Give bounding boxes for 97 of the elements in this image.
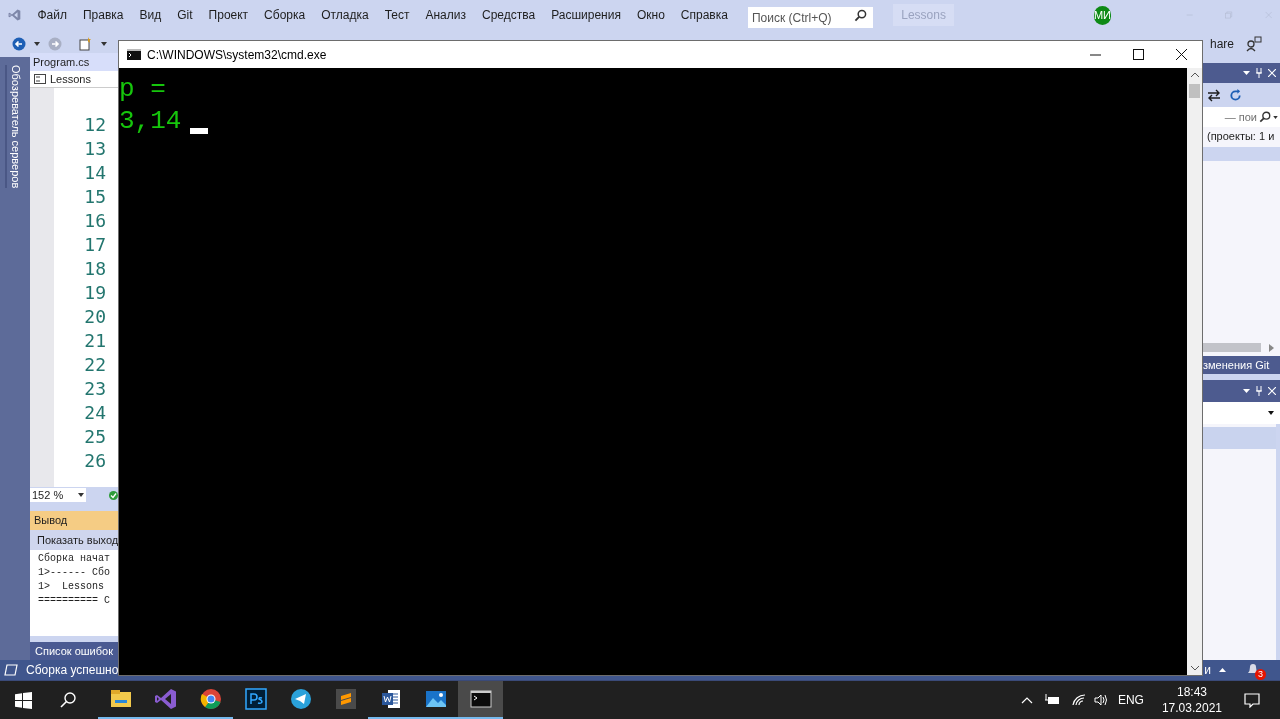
sync-icon[interactable] (1207, 88, 1221, 102)
scroll-up-icon[interactable] (1190, 72, 1199, 77)
menu-item[interactable]: Файл (29, 6, 75, 24)
menu-item[interactable]: Сборка (256, 6, 314, 24)
refresh-icon[interactable] (1229, 88, 1242, 102)
line-number: 14 (84, 163, 106, 185)
scrollbar[interactable] (1187, 68, 1202, 675)
maximize-icon[interactable] (1133, 49, 1144, 60)
status-text: и (1204, 662, 1211, 679)
caret-icon[interactable] (101, 41, 107, 46)
output-line: 1> Lessons (38, 580, 105, 594)
speaker-icon[interactable] (1093, 694, 1108, 706)
check-icon (109, 490, 118, 500)
line-number: 13 (84, 139, 106, 161)
scroll-down-icon[interactable] (1190, 666, 1199, 671)
pin-icon[interactable] (1255, 386, 1263, 396)
sublime-text-icon (333, 687, 358, 711)
line-number: 12 (84, 115, 106, 137)
scrollbar-thumb[interactable] (1189, 84, 1200, 98)
caret-up-icon[interactable] (1219, 668, 1226, 672)
line-number: 20 (84, 307, 106, 329)
menu-item[interactable]: Анализ (417, 6, 474, 24)
menu-item[interactable]: Окно (628, 6, 673, 24)
user-avatar[interactable]: МИ (1093, 5, 1111, 25)
menu-item[interactable]: Средства (473, 6, 544, 24)
search-field[interactable]: Поиск (Ctrl+Q) (747, 7, 874, 28)
photoshop-icon (243, 687, 268, 711)
zoom-dropdown[interactable]: 152 % (30, 488, 86, 502)
scroll-right-icon[interactable] (1269, 343, 1274, 352)
notification-button[interactable]: 3 (1246, 662, 1266, 678)
menu-item[interactable]: Тест (376, 6, 418, 24)
back-icon[interactable] (12, 36, 26, 51)
navigation-bar[interactable]: Lessons (30, 71, 118, 88)
text-cursor (190, 128, 208, 134)
line-number: 17 (84, 235, 106, 257)
menu-item[interactable]: Расширения (543, 6, 629, 24)
solution-name: Lessons (893, 4, 954, 26)
menu-item[interactable]: Справка (672, 6, 736, 24)
windows-start-icon[interactable] (15, 691, 32, 709)
battery-icon[interactable] (1044, 694, 1060, 706)
console-icon (468, 687, 493, 711)
paper-plane-icon (288, 687, 313, 711)
feedback-icon[interactable] (1246, 35, 1262, 52)
menu-item[interactable]: Вид (131, 6, 170, 24)
csharp-file-icon (34, 74, 46, 84)
taskbar-app-button[interactable] (458, 681, 503, 719)
console-icon (127, 49, 141, 60)
line-number: 23 (84, 379, 106, 401)
new-item-icon[interactable] (78, 36, 93, 51)
line-number: 26 (84, 451, 106, 473)
output-panel-header[interactable]: Вывод (30, 511, 118, 530)
toolbar-button-label[interactable]: hare (1209, 34, 1234, 53)
search-field[interactable]: — пои (1203, 107, 1280, 127)
line-number: 22 (84, 355, 106, 377)
visual-studio-logo-icon (153, 687, 178, 711)
editor-tab[interactable]: Program.cs (30, 53, 118, 71)
menu-item[interactable]: Git (169, 6, 201, 24)
search-icon[interactable] (60, 692, 76, 708)
output-line: 1>------ Сбо (38, 566, 111, 580)
clock[interactable]: 18:43 17.03.2021 (1155, 684, 1228, 716)
close-icon[interactable] (1176, 49, 1187, 60)
caret-icon[interactable] (34, 41, 40, 46)
console-output-line: p = (119, 73, 166, 105)
notification-badge: 3 (1255, 669, 1266, 680)
language-indicator[interactable]: ENG (1117, 691, 1144, 709)
console-output-line: 3,14 (119, 105, 182, 137)
caret-icon[interactable] (1273, 115, 1278, 119)
menu-item[interactable]: Правка (74, 6, 132, 24)
line-number: 16 (84, 211, 106, 233)
solution-info[interactable]: (проекты: 1 и (1203, 127, 1280, 145)
notifications-icon[interactable] (1244, 692, 1260, 708)
panel-tab[interactable]: зменения Git (1203, 356, 1280, 374)
search-icon (854, 8, 868, 22)
status-message: Сборка успешно (26, 662, 119, 679)
error-list-tab[interactable]: Список ошибок (30, 642, 118, 660)
line-number: 21 (84, 331, 106, 353)
status-icon (4, 664, 18, 676)
output-line: Сборка начат (38, 552, 111, 566)
caret-icon[interactable] (1243, 71, 1250, 75)
line-number: 25 (84, 427, 106, 449)
caret-icon (1268, 411, 1274, 415)
pin-icon[interactable] (1255, 68, 1263, 78)
menu-item[interactable]: Проект (200, 6, 257, 24)
window-title: C:\WINDOWS\system32\cmd.exe (147, 46, 327, 64)
line-number: 15 (84, 187, 106, 209)
line-number: 24 (84, 403, 106, 425)
menu-item[interactable]: Отладка (313, 6, 377, 24)
scrollbar-thumb[interactable] (1203, 343, 1261, 352)
caret-icon (78, 493, 84, 497)
chevron-up-icon[interactable] (1020, 696, 1033, 704)
wifi-icon[interactable] (1071, 694, 1086, 706)
line-number: 19 (84, 283, 106, 305)
caret-icon[interactable] (1243, 389, 1250, 393)
output-line: ========== С (38, 594, 111, 608)
search-icon (1259, 111, 1271, 123)
line-number: 18 (84, 259, 106, 281)
chrome-icon (198, 687, 223, 711)
